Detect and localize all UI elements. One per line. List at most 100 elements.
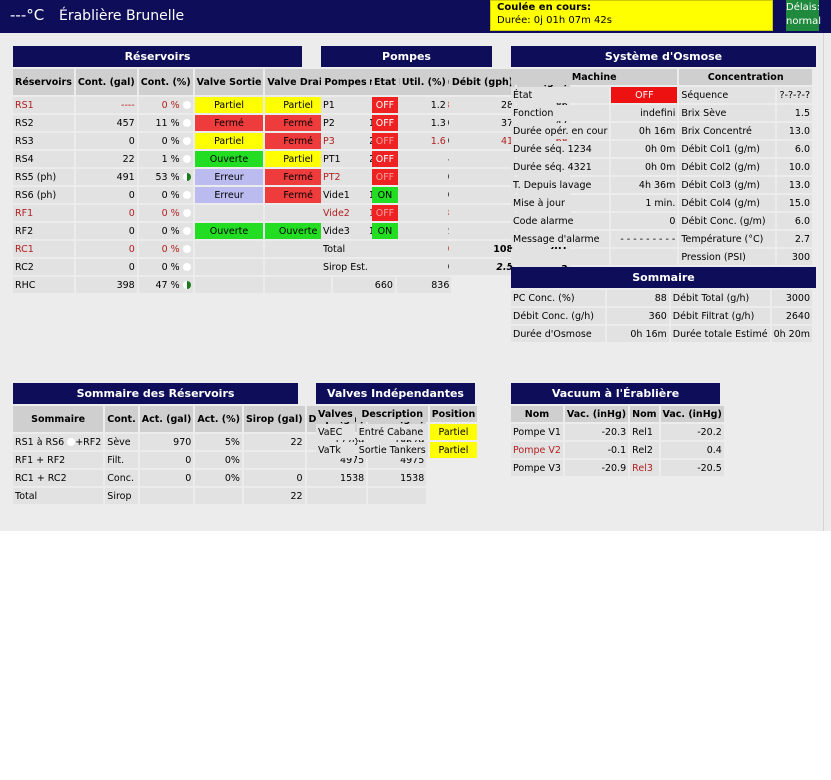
reservoir-pct-value: 0 %: [161, 225, 180, 237]
valve-sortie-cell[interactable]: Ouverte: [194, 223, 264, 239]
vacuum-table: Nom Vac. (inHg) Nom Vac. (inHg) Pompe V1 -20.…: [509, 404, 726, 478]
reservoir-level-icon: [182, 245, 191, 253]
vacuum-relay-name: Rel2: [630, 442, 659, 458]
reservoir-level-icon: [182, 119, 191, 127]
scrollbar-strip[interactable]: [823, 33, 831, 531]
valve-sortie-cell[interactable]: Ouverte: [194, 151, 264, 167]
valves-header-row: Valves Description Position: [316, 406, 478, 422]
valve-sortie-cell[interactable]: Partiel: [194, 133, 264, 149]
sommaire-cont: Sirop: [105, 488, 138, 504]
pompe-name: P3: [321, 133, 370, 149]
reservoir-pct-value: 1 %: [161, 153, 180, 165]
pompe-debit: [449, 205, 516, 221]
pompe-name: Vide2: [321, 205, 370, 221]
reservoir-pct-value: 47 %: [155, 279, 180, 291]
osmose-machine-label: Message d'alarme: [511, 231, 610, 247]
pompe-etat[interactable]: OFF: [371, 97, 398, 113]
reservoir-pct: 0 %: [138, 259, 193, 275]
pompe-etat[interactable]: OFF: [371, 169, 398, 185]
osmose-row: Durée séq. 4321 0h 0m Débit Col2 (g/m) 10.0: [511, 159, 812, 175]
reservoir-level-icon: [182, 101, 191, 109]
reservoir-cont: 457: [75, 115, 137, 131]
pompe-util: [399, 151, 448, 167]
pompes-header-cell: Pompes: [321, 69, 370, 95]
valve-name: VaTk: [316, 442, 355, 458]
reservoirs-header-cell: Réservoirs: [13, 69, 74, 95]
reservoir-name: RS1: [13, 97, 74, 113]
reservoir-cont: ----: [75, 97, 137, 113]
pompe-etat[interactable]: ON: [371, 223, 398, 239]
osmose-sommaire-value: 360: [607, 308, 669, 324]
valve-drain-cell: [265, 277, 331, 293]
osmose-machine-value: OFF: [611, 87, 678, 103]
vacuum-header-row: Nom Vac. (inHg) Nom Vac. (inHg): [511, 406, 724, 422]
pompe-util: 1.6: [399, 133, 448, 149]
reservoir-pct: 53 %: [138, 169, 193, 185]
pompe-etat[interactable]: OFF: [371, 115, 398, 131]
osmose-conc-label: Débit Col4 (g/m): [679, 195, 776, 211]
vacuum-name: Pompe V3: [511, 460, 563, 476]
valve-sortie-cell[interactable]: Erreur: [194, 169, 264, 185]
reservoir-pct: 0 %: [138, 223, 193, 239]
valves-header-cell: Position: [429, 406, 478, 422]
valve-position[interactable]: Partiel: [429, 442, 478, 458]
reservoir-pct-value: 0 %: [161, 243, 180, 255]
pompe-util: [399, 169, 448, 185]
reservoir-pct-value: 0 %: [161, 261, 180, 273]
pompe-name: Sirop Est.: [321, 259, 370, 275]
sommaire-act: 0: [139, 470, 194, 486]
pompe-util: 1.3: [399, 115, 448, 131]
reservoirs-panel: Réservoirs Réservoirs Cont. (gal) Cont. (%…: [13, 46, 452, 295]
osmose-conc-value: 13.0: [777, 123, 812, 139]
reservoir-cont: 0: [75, 133, 137, 149]
sommaire-row: RC1 + RC2 Conc. 0 0% 0 1538 1538: [13, 470, 427, 486]
pompe-etat[interactable]: ON: [371, 187, 398, 203]
osmose-concentration-header: Concentration: [679, 69, 812, 85]
reservoir-level-icon: [182, 173, 191, 181]
sommaire-row: Total Sirop 22: [13, 488, 427, 504]
osmose-machine-label: Durée opér. en cour: [511, 123, 610, 139]
pompe-etat[interactable]: OFF: [371, 205, 398, 221]
reservoir-level-icon: [182, 191, 191, 199]
valve-row: VaTk Sortie Tankers Partiel: [316, 442, 478, 458]
valve-position[interactable]: Partiel: [429, 424, 478, 440]
pompe-name: PT1: [321, 151, 370, 167]
osmose-conc-value: 2.7: [777, 231, 812, 247]
osmose-machine-label: T. Depuis lavage: [511, 177, 610, 193]
pompe-etat[interactable]: OFF: [371, 151, 398, 167]
pompes-panel: Pompes PompesEtatUtil. (%)Débit (gph)Vol…: [321, 46, 570, 277]
coulee-label: Coulée en cours:: [497, 2, 591, 13]
reservoirs-header-cell: Valve Sortie: [194, 69, 264, 95]
vacuum-row: Pompe V2 -0.1 Rel2 0.4: [511, 442, 724, 458]
pompe-debit: [449, 169, 516, 185]
osmose-conc-label: Débit Col1 (g/m): [679, 141, 776, 157]
reservoir-pct: 1 %: [138, 151, 193, 167]
reservoir-pct: 0 %: [138, 205, 193, 221]
pompe-etat[interactable]: OFF: [371, 133, 398, 149]
osmose-row: Message d'alarme - - - - - - - - - Tempéra…: [511, 231, 812, 247]
vacuum-row: Pompe V3 -20.9 Rel3 -20.5: [511, 460, 724, 476]
reservoir-pct-value: 0 %: [161, 135, 180, 147]
valve-sortie-cell[interactable]: Fermé: [194, 115, 264, 131]
osmose-conc-label: Brix Concentré: [679, 123, 776, 139]
valves-table: Valves Description Position VaEC Entré Caban…: [314, 404, 479, 460]
valves-panel: Valves Indépendantes Valves Description Po…: [316, 383, 478, 460]
sommaire-name-text: RS1 à RS6: [15, 436, 65, 448]
valve-sortie-cell[interactable]: Erreur: [194, 187, 264, 203]
osmose-conc-value: 13.0: [777, 177, 812, 193]
osmose-conc-label: Débit Col2 (g/m): [679, 159, 776, 175]
osmose-machine-value: 4h 36m: [611, 177, 678, 193]
pompe-name: Total: [321, 241, 370, 257]
reservoir-pct: 0 %: [138, 97, 193, 113]
reservoir-name: RS2: [13, 115, 74, 131]
reservoir-cont: 0: [75, 223, 137, 239]
osmose-sommaire-value: 0h 16m: [607, 326, 669, 342]
sommaire-cont: Filt.: [105, 452, 138, 468]
osmose-machine-label: [511, 249, 610, 265]
reservoir-name: RHC: [13, 277, 74, 293]
osmose-conc-value: 300: [777, 249, 812, 265]
reservoir-cont: 398: [75, 277, 137, 293]
valve-sortie-cell[interactable]: Partiel: [194, 97, 264, 113]
vacuum-relay-value: 0.4: [660, 442, 724, 458]
vacuum-value: -20.3: [564, 424, 629, 440]
